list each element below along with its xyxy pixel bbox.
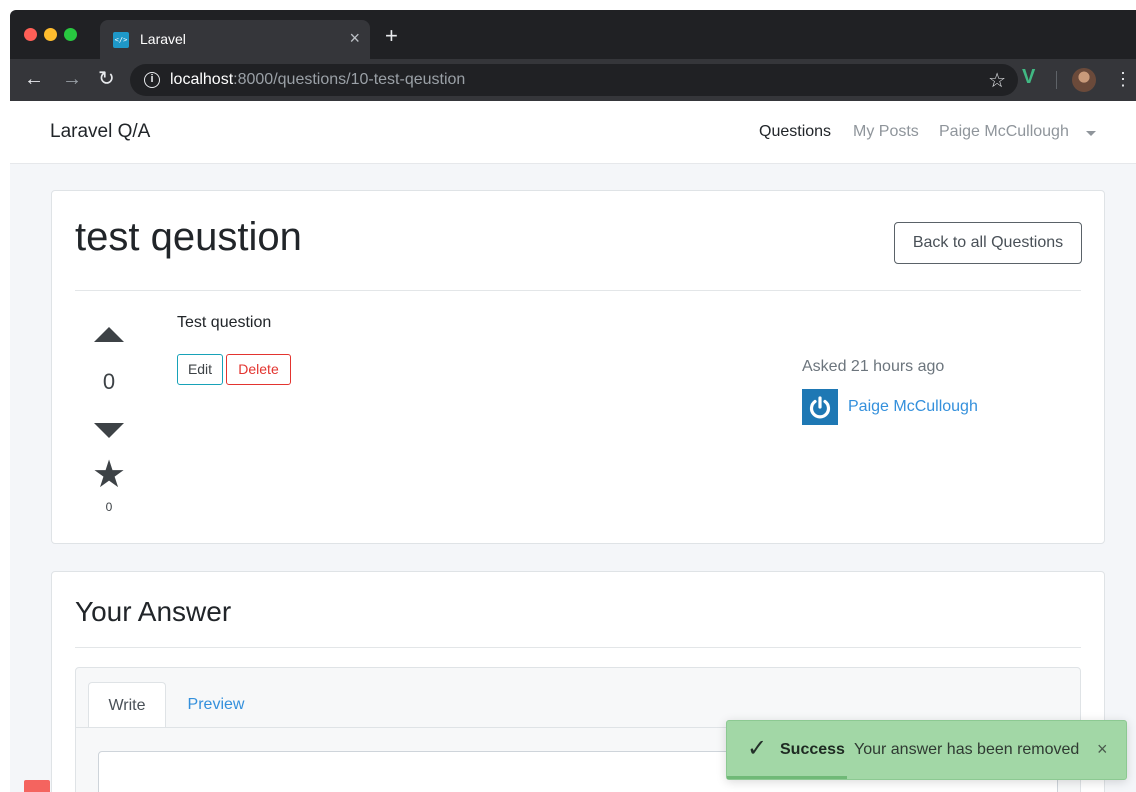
tab-title: Laravel: [140, 31, 186, 47]
toast-title: Success: [780, 741, 845, 758]
divider: [75, 647, 1081, 648]
browser-toolbar: ← → ↻ i localhost:8000/questions/10-test…: [10, 59, 1136, 101]
vote-down-icon[interactable]: [94, 423, 124, 438]
asked-time: Asked 21 hours ago: [802, 358, 945, 375]
laravel-debug-icon[interactable]: [24, 780, 50, 792]
info-icon[interactable]: i: [144, 72, 160, 88]
caret-down-icon[interactable]: [1086, 131, 1096, 136]
author-name-link[interactable]: Paige McCullough: [848, 398, 978, 416]
reload-icon[interactable]: ↻: [98, 67, 115, 91]
browser-menu-icon[interactable]: ⋮: [1114, 68, 1132, 90]
vote-up-icon[interactable]: [94, 327, 124, 342]
bookmark-star-icon[interactable]: ☆: [988, 68, 1006, 93]
author-avatar-icon[interactable]: [802, 389, 838, 425]
profile-avatar[interactable]: [1072, 68, 1096, 92]
app-navbar: Laravel Q/A Questions My Posts Paige McC…: [10, 101, 1136, 164]
question-body: Test question: [177, 314, 272, 331]
maximize-window-button[interactable]: [64, 28, 77, 41]
nav-my-posts-link[interactable]: My Posts: [853, 123, 919, 141]
brand-logo[interactable]: Laravel Q/A: [50, 121, 150, 143]
favorites-count: 0: [105, 500, 113, 514]
nav-user-dropdown[interactable]: Paige McCullough: [939, 123, 1069, 141]
toast-progress-bar: [727, 776, 847, 779]
back-arrow-icon[interactable]: ←: [24, 67, 44, 91]
browser-window: </> Laravel × + ← → ↻ i localhost:8000/q…: [10, 10, 1136, 792]
url-host: localhost: [170, 71, 234, 88]
tab-strip: </> Laravel × +: [10, 10, 1136, 59]
vue-devtools-icon[interactable]: V: [1022, 66, 1035, 89]
browser-tab[interactable]: </> Laravel ×: [100, 20, 370, 59]
tab-close-icon[interactable]: ×: [349, 28, 360, 48]
success-toast: ✓ Success Your answer has been removed ×: [726, 720, 1127, 780]
nav-questions-link[interactable]: Questions: [759, 123, 831, 141]
edit-button[interactable]: Edit: [177, 354, 223, 385]
divider: [75, 290, 1081, 291]
laravel-favicon-icon: </>: [113, 32, 129, 48]
address-bar[interactable]: i localhost:8000/questions/10-test-qeust…: [130, 64, 1018, 96]
forward-arrow-icon[interactable]: →: [62, 67, 82, 91]
check-icon: ✓: [747, 735, 768, 762]
question-title: test qeustion: [75, 215, 302, 259]
close-icon[interactable]: ×: [1097, 739, 1108, 759]
favorite-star-icon[interactable]: ★: [52, 455, 166, 495]
tab-preview[interactable]: Preview: [176, 682, 256, 728]
toast-message: Your answer has been removed: [854, 741, 1080, 758]
answer-title: Your Answer: [75, 596, 232, 627]
delete-button[interactable]: Delete: [226, 354, 291, 385]
question-card: test qeustion Back to all Questions 0 ★ …: [51, 190, 1105, 544]
new-tab-icon[interactable]: +: [385, 25, 398, 47]
close-window-button[interactable]: [24, 28, 37, 41]
vote-count: 0: [102, 369, 116, 394]
toolbar-separator: [1056, 71, 1057, 89]
tab-write[interactable]: Write: [88, 682, 166, 728]
minimize-window-button[interactable]: [44, 28, 57, 41]
back-to-questions-button[interactable]: Back to all Questions: [894, 222, 1082, 264]
url-path: :8000/questions/10-test-qeustion: [233, 71, 466, 88]
url-text: localhost:8000/questions/10-test-qeustio…: [170, 71, 465, 89]
